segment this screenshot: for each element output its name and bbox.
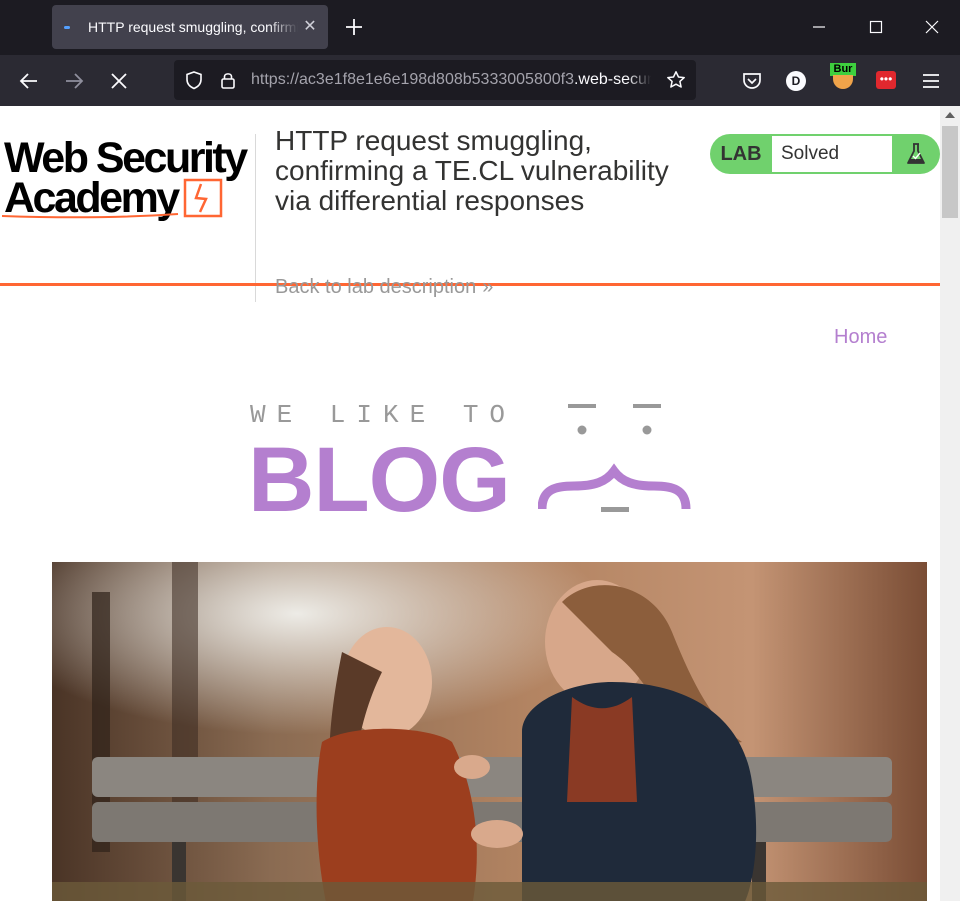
double-chevron-icon: » (482, 276, 494, 298)
burp-face-icon (833, 75, 853, 89)
tab-title: HTTP request smuggling, confirming a TE.… (88, 19, 298, 35)
tab-strip: HTTP request smuggling, confirming a TE.… (0, 0, 960, 55)
blog-banner: WE LIKE TO BLOG (248, 396, 698, 526)
close-window-icon[interactable] (917, 12, 947, 42)
blog-tagline: WE LIKE TO (250, 400, 517, 430)
back-arrow-icon[interactable] (17, 69, 41, 93)
flask-icon (907, 143, 925, 164)
logo-flash-icon (1, 178, 223, 219)
scrollbar-thumb[interactable] (942, 126, 958, 218)
bookmark-star-icon[interactable] (666, 70, 686, 90)
account-avatar[interactable]: D (786, 71, 806, 91)
address-bar[interactable]: https://ac3e1f8e1e6e198d808b5333005800f3… (174, 60, 696, 100)
lock-icon[interactable] (218, 70, 238, 90)
close-tab-icon[interactable]: ✕ (301, 18, 319, 36)
extension-icon[interactable]: ••• (876, 71, 896, 89)
page-scrollbar[interactable] (940, 106, 960, 901)
lab-title: HTTP request smuggling, confirming a TE.… (275, 125, 669, 216)
minimize-icon[interactable] (804, 12, 834, 42)
lab-status-flask (892, 134, 940, 174)
blog-wordmark: BLOG (248, 429, 511, 531)
url-domain: .web-security-academy.net (573, 71, 651, 88)
back-link-label: Back to lab description (275, 276, 477, 298)
stop-loading-icon[interactable] (107, 69, 131, 93)
maximize-icon[interactable] (861, 12, 891, 42)
header-divider (255, 134, 256, 302)
blog-post-image[interactable] (52, 562, 927, 901)
pocket-icon[interactable] (740, 69, 764, 93)
lab-status-widget: LAB Solved (710, 134, 940, 174)
shield-icon[interactable] (184, 70, 204, 90)
forward-arrow-icon[interactable] (62, 69, 86, 93)
loading-indicator-icon (64, 26, 70, 29)
navigation-toolbar: https://ac3e1f8e1e6e198d808b5333005800f3… (0, 55, 960, 106)
menu-icon[interactable] (919, 69, 943, 93)
burp-extension-icon[interactable]: Bur (830, 63, 856, 93)
new-tab-icon[interactable] (340, 13, 368, 41)
url-protocol: https:// (251, 71, 300, 88)
url-host: ac3e1f8e1e6e198d808b5333005800f3 (299, 71, 574, 88)
blog-face-icon (538, 404, 691, 512)
lab-status-text: Solved (770, 134, 894, 174)
scroll-up-arrow-icon[interactable] (944, 110, 956, 120)
back-to-lab-description-link[interactable]: Back to lab description» (275, 276, 493, 299)
web-page: Web Security Academy HTTP request smuggl… (0, 106, 940, 901)
browser-tab[interactable]: HTTP request smuggling, confirming a TE.… (52, 5, 328, 49)
url-text[interactable]: https://ac3e1f8e1e6e198d808b5333005800f3… (251, 71, 651, 89)
lab-badge-label: LAB (710, 134, 772, 174)
home-link[interactable]: Home (834, 326, 887, 349)
